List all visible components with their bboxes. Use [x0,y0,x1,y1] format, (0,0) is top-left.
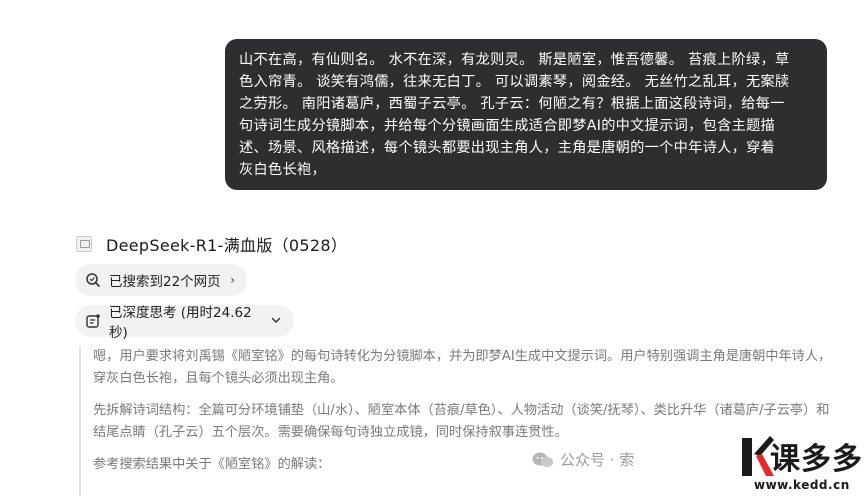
search-results-toggle[interactable]: 已搜索到22个网页 › [75,264,247,296]
model-header: DeepSeek-R1-满血版（0528） [76,233,347,255]
deep-think-label: 已深度思考 (用时24.62秒) [109,305,252,341]
prompt-line: 述、场景、风格描述，每个镜头都要出现主角人，主角是唐朝的一个中年诗人，穿着 [239,140,776,156]
logo-k-icon [742,436,774,476]
deep-think-toggle[interactable]: 已深度思考 (用时24.62秒) [75,305,294,341]
prompt-line: 山不在高，有仙则名。 水不在深，有龙则灵。 斯是陋室，惟吾德馨。 苔痕上阶绿，草 [239,52,790,68]
wechat-watermark-text: 公众号 · 索 [560,451,635,469]
think-icon [85,313,101,329]
prompt-line: 灰白色长袍， [239,162,326,178]
thinking-paragraph: 参考搜索结果中关于《陋室铭》的解读： [93,457,331,472]
prompt-line: 之劳形。 南阳诸葛庐，西蜀子云亭。 孔子云：何陋之有？根据上面这段诗词，给每一 [239,96,785,112]
search-icon [85,272,101,288]
broken-image-icon [76,236,92,252]
logo-url: www.kedd.cn [754,478,850,492]
kedd-logo: 课多多 www.kedd.cn [740,430,867,496]
wechat-watermark: 公众号 · 索 [532,449,634,470]
thinking-paragraph: 嗯，用户要求将刘禹锡《陋室铭》的每句诗转化为分镜脚本，并为即梦AI生成中文提示词… [93,349,832,386]
search-results-label: 已搜索到22个网页 [109,274,221,290]
model-name: DeepSeek-R1-满血版（0528） [106,236,348,255]
wechat-icon [532,451,554,469]
logo-text: 课多多 [770,442,863,477]
thinking-paragraph: 先拆解诗词结构：全篇可分环境铺垫（山/水）、陋室本体（苔痕/草色）、人物活动（谈… [93,403,830,440]
chevron-right-icon: › [230,273,235,287]
prompt-line: 句诗词生成分镜脚本，并给每个分镜画面生成适合即梦AI的中文提示词，包含主题描 [239,118,776,134]
chevron-down-icon [270,314,282,329]
thinking-content: 嗯，用户要求将刘禹锡《陋室铭》的每句诗转化为分镜脚本，并为即梦AI生成中文提示词… [79,346,839,496]
prompt-line: 色入帘青。 谈笑有鸿儒，往来无白丁。 可以调素琴，阅金经。 无丝竹之乱耳，无案牍 [239,74,790,90]
user-prompt-bubble: 山不在高，有仙则名。 水不在深，有龙则灵。 斯是陋室，惟吾德馨。 苔痕上阶绿，草… [225,39,827,190]
